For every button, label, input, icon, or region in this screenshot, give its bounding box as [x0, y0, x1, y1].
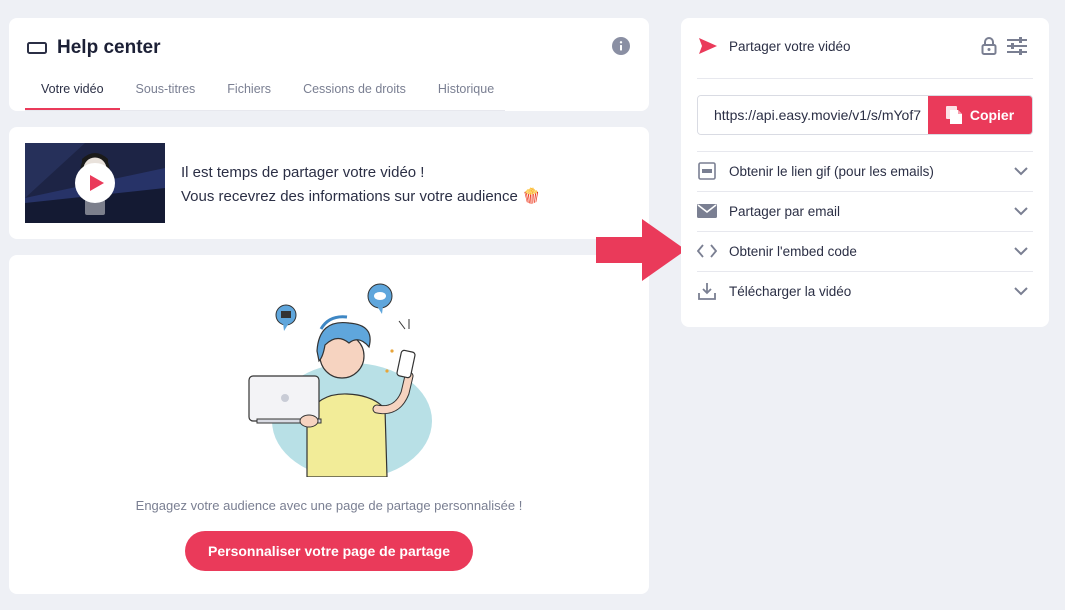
- info-line-2: Vous recevrez des informations sur votre…: [181, 188, 541, 205]
- share-url-input[interactable]: [698, 96, 930, 134]
- tab-fichiers[interactable]: Fichiers: [211, 82, 287, 111]
- copy-icon: [945, 106, 962, 124]
- accordion-label: Obtenir le lien gif (pour les emails): [729, 163, 934, 179]
- page-title: Help center: [57, 37, 161, 58]
- accordion-label: Télécharger la vidéo: [729, 283, 852, 299]
- customize-share-page-button[interactable]: Personnaliser votre page de partage: [185, 531, 473, 571]
- info-icon[interactable]: [612, 37, 630, 55]
- share-info-card: Il est temps de partager votre vidéo ! V…: [9, 127, 649, 239]
- accordion-download[interactable]: Télécharger la vidéo: [697, 271, 1033, 311]
- chevron-down-icon: [1014, 247, 1028, 256]
- header-title-row: Help center: [27, 37, 160, 59]
- accordion-embed-code[interactable]: Obtenir l'embed code: [697, 231, 1033, 271]
- chevron-down-icon: [1014, 207, 1028, 216]
- chevron-down-icon: [1014, 167, 1028, 176]
- screen-icon: [27, 42, 47, 54]
- engage-audience-text: Engagez votre audience avec une page de …: [135, 498, 523, 513]
- lock-icon[interactable]: [981, 37, 997, 55]
- code-icon: [697, 241, 717, 261]
- tab-historique[interactable]: Historique: [422, 82, 510, 111]
- share-title-row: Partager votre vidéo: [699, 38, 851, 54]
- share-info-text: Il est temps de partager votre vidéo ! V…: [181, 161, 541, 209]
- info-line-1: Il est temps de partager votre vidéo !: [181, 164, 425, 181]
- accordion-label: Partager par email: [729, 203, 841, 219]
- download-icon: [697, 281, 717, 301]
- tab-sous-titres[interactable]: Sous-titres: [120, 82, 212, 111]
- help-center-header: Help center Votre vidéo Sous-titres Fich…: [9, 18, 649, 111]
- copy-button[interactable]: Copier: [928, 96, 1032, 134]
- tab-cessions-de-droits[interactable]: Cessions de droits: [287, 82, 422, 111]
- share-video-panel: Partager votre vidéo Copier: [681, 18, 1049, 327]
- share-page-card: Engagez votre audience avec une page de …: [9, 255, 649, 594]
- accordion-gif-link[interactable]: Obtenir le lien gif (pour les emails): [697, 151, 1033, 191]
- tab-votre-video[interactable]: Votre vidéo: [25, 82, 120, 111]
- share-title: Partager votre vidéo: [729, 38, 851, 54]
- video-thumbnail[interactable]: [25, 143, 165, 223]
- chevron-down-icon: [1014, 287, 1028, 296]
- share-divider: [697, 78, 1033, 79]
- tab-bar: Votre vidéo Sous-titres Fichiers Cession…: [25, 82, 510, 111]
- send-icon: [699, 38, 717, 54]
- accordion-email[interactable]: Partager par email: [697, 191, 1033, 231]
- arrow-right-icon: [596, 219, 686, 281]
- person-with-phone-illustration: [248, 283, 432, 477]
- email-icon: [697, 201, 717, 221]
- copy-button-label: Copier: [969, 107, 1015, 123]
- share-url-group: Copier: [697, 95, 1033, 135]
- settings-sliders-icon[interactable]: [1007, 37, 1027, 55]
- tabs-divider: [25, 110, 505, 111]
- gif-icon: [697, 161, 717, 181]
- play-icon[interactable]: [75, 163, 115, 203]
- accordion-label: Obtenir l'embed code: [729, 243, 857, 259]
